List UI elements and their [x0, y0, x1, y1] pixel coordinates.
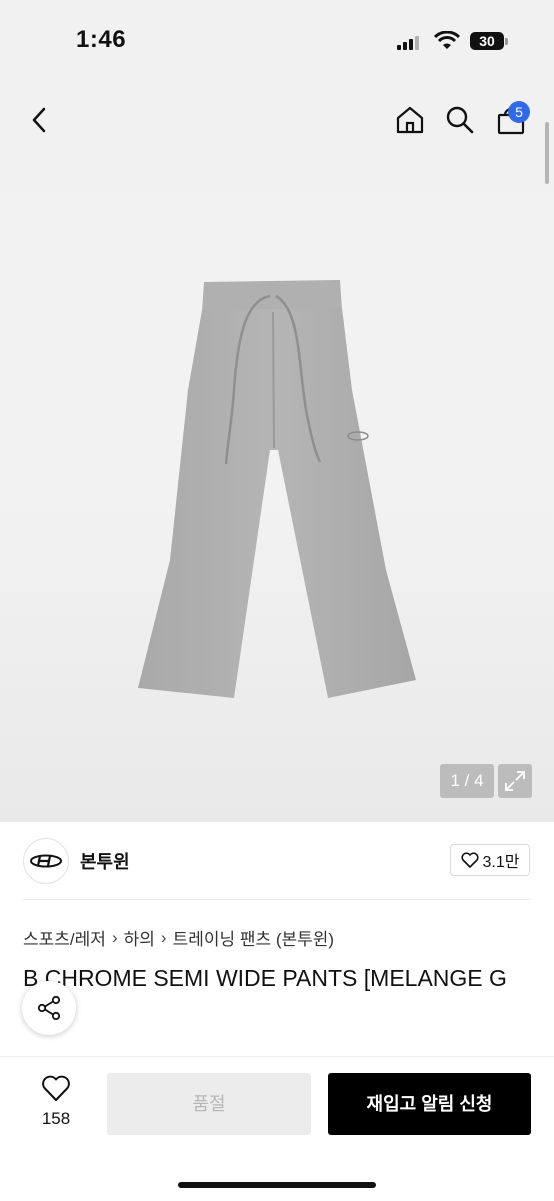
product-image — [138, 280, 416, 698]
battery-nub — [505, 38, 508, 45]
brand-like-count: 3.1만 — [482, 854, 520, 871]
search-button[interactable] — [440, 100, 480, 140]
scrollbar[interactable] — [545, 122, 549, 184]
status-time: 1:46 — [76, 26, 127, 53]
home-indicator[interactable] — [178, 1182, 376, 1188]
back-button[interactable] — [20, 100, 60, 140]
home-button[interactable] — [390, 100, 430, 140]
share-icon — [37, 995, 61, 1021]
breadcrumb-item[interactable]: 스포츠/레저 — [23, 925, 106, 950]
chevron-right-icon: › — [111, 927, 118, 947]
brand-logo-icon — [30, 854, 62, 868]
soldout-button: 품절 — [107, 1073, 311, 1135]
brand-name[interactable]: 본투윈 — [80, 848, 130, 874]
product-image-area[interactable]: 1:46 30 5 1 / 4 — [0, 0, 554, 822]
home-icon — [396, 106, 424, 134]
wishlist-count: 158 — [41, 1109, 71, 1128]
restock-alert-button[interactable]: 재입고 알림 신청 — [328, 1073, 531, 1135]
brand-like-button[interactable]: 3.1만 — [450, 844, 530, 876]
brand-logo[interactable] — [23, 838, 69, 884]
signal-icon — [397, 36, 421, 50]
share-button[interactable] — [22, 981, 76, 1035]
battery-icon: 30 — [470, 32, 504, 50]
heart-icon — [42, 1075, 70, 1101]
cart-count-badge: 5 — [508, 101, 530, 123]
wifi-icon — [434, 31, 460, 49]
image-counter: 1 / 4 — [440, 764, 494, 798]
breadcrumb-item[interactable]: 트레이닝 팬츠 (본투윈) — [173, 925, 335, 950]
expand-icon — [505, 771, 525, 791]
chevron-right-icon: › — [160, 927, 167, 947]
heart-icon — [460, 852, 479, 868]
wishlist-button[interactable]: 158 — [26, 1074, 86, 1129]
breadcrumb-item[interactable]: 하의 — [124, 925, 155, 950]
breadcrumb: 스포츠/레저 › 하의 › 트레이닝 팬츠 (본투윈) — [23, 925, 334, 950]
expand-image-button[interactable] — [498, 764, 532, 798]
divider — [23, 899, 531, 900]
search-icon — [446, 106, 474, 134]
product-title: B CHROME SEMI WIDE PANTS [MELANGE G — [23, 965, 507, 991]
chevron-left-icon — [32, 107, 46, 133]
